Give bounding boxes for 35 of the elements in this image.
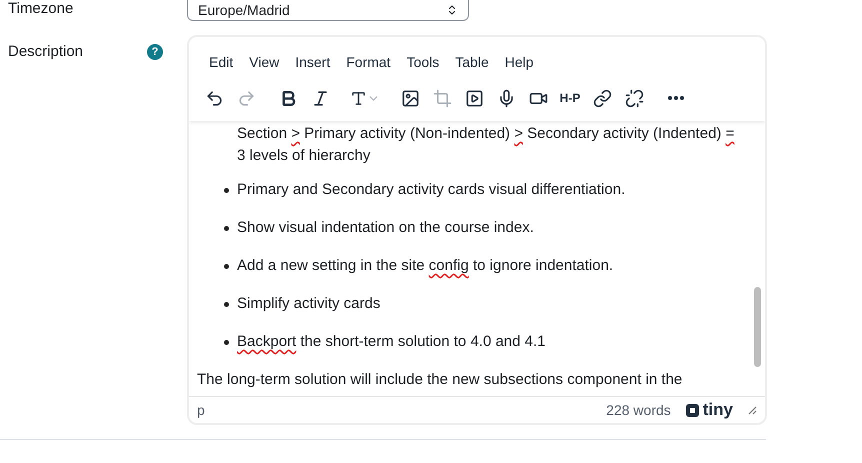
help-icon[interactable]: ? — [147, 44, 163, 60]
more-icon — [668, 96, 684, 100]
list-item: Add a new setting in the site config to ignore indentation. — [223, 255, 745, 277]
paragraph: The long-term solution will include the new subsections component in the — [197, 370, 684, 390]
word-count: 228 words — [606, 402, 671, 418]
media-icon — [464, 88, 484, 108]
undo-icon — [204, 88, 224, 108]
menu-item[interactable]: Edit — [201, 49, 242, 75]
field-label: Description — [7, 43, 84, 60]
list-item: Primary and Secondary activity cards visual differentiation. — [223, 179, 745, 201]
menu-item[interactable]: Format — [338, 49, 399, 75]
text-size-icon — [350, 90, 367, 106]
menu-item[interactable]: Insert — [287, 49, 338, 75]
scrollbar-thumb[interactable] — [754, 287, 761, 367]
link-icon — [592, 88, 612, 108]
resize-handle-icon[interactable] — [747, 405, 757, 415]
unlink-icon — [624, 88, 644, 108]
element-path[interactable]: p — [197, 402, 592, 418]
list-item: Section > Primary activity (Non-indented) > Secondary activity (Indented) = 3 levels of hierarchy — [236, 124, 736, 166]
field-label: Timezone — [7, 0, 74, 17]
redo-icon — [236, 88, 256, 108]
h5p-button[interactable]: H-P — [555, 83, 585, 113]
list-item: Backport the short-term solution to 4.0 and 4.1 — [223, 331, 745, 353]
logo-icon — [684, 402, 700, 418]
timezone-select[interactable]: Europe/Madrid — [187, 0, 469, 21]
menu-item[interactable]: Tools — [398, 49, 448, 75]
menu-item[interactable]: View — [241, 49, 288, 75]
list-item: Show visual indentation on the course index. — [223, 217, 745, 239]
brand-logo[interactable]: tiny — [684, 400, 733, 420]
menu-item[interactable]: Help — [496, 49, 542, 75]
sort-icon — [446, 4, 458, 16]
crop-icon — [432, 88, 452, 108]
image-icon — [400, 88, 420, 108]
list-item: Simplify activity cards — [223, 293, 745, 315]
menu-item[interactable]: Table — [447, 49, 497, 75]
